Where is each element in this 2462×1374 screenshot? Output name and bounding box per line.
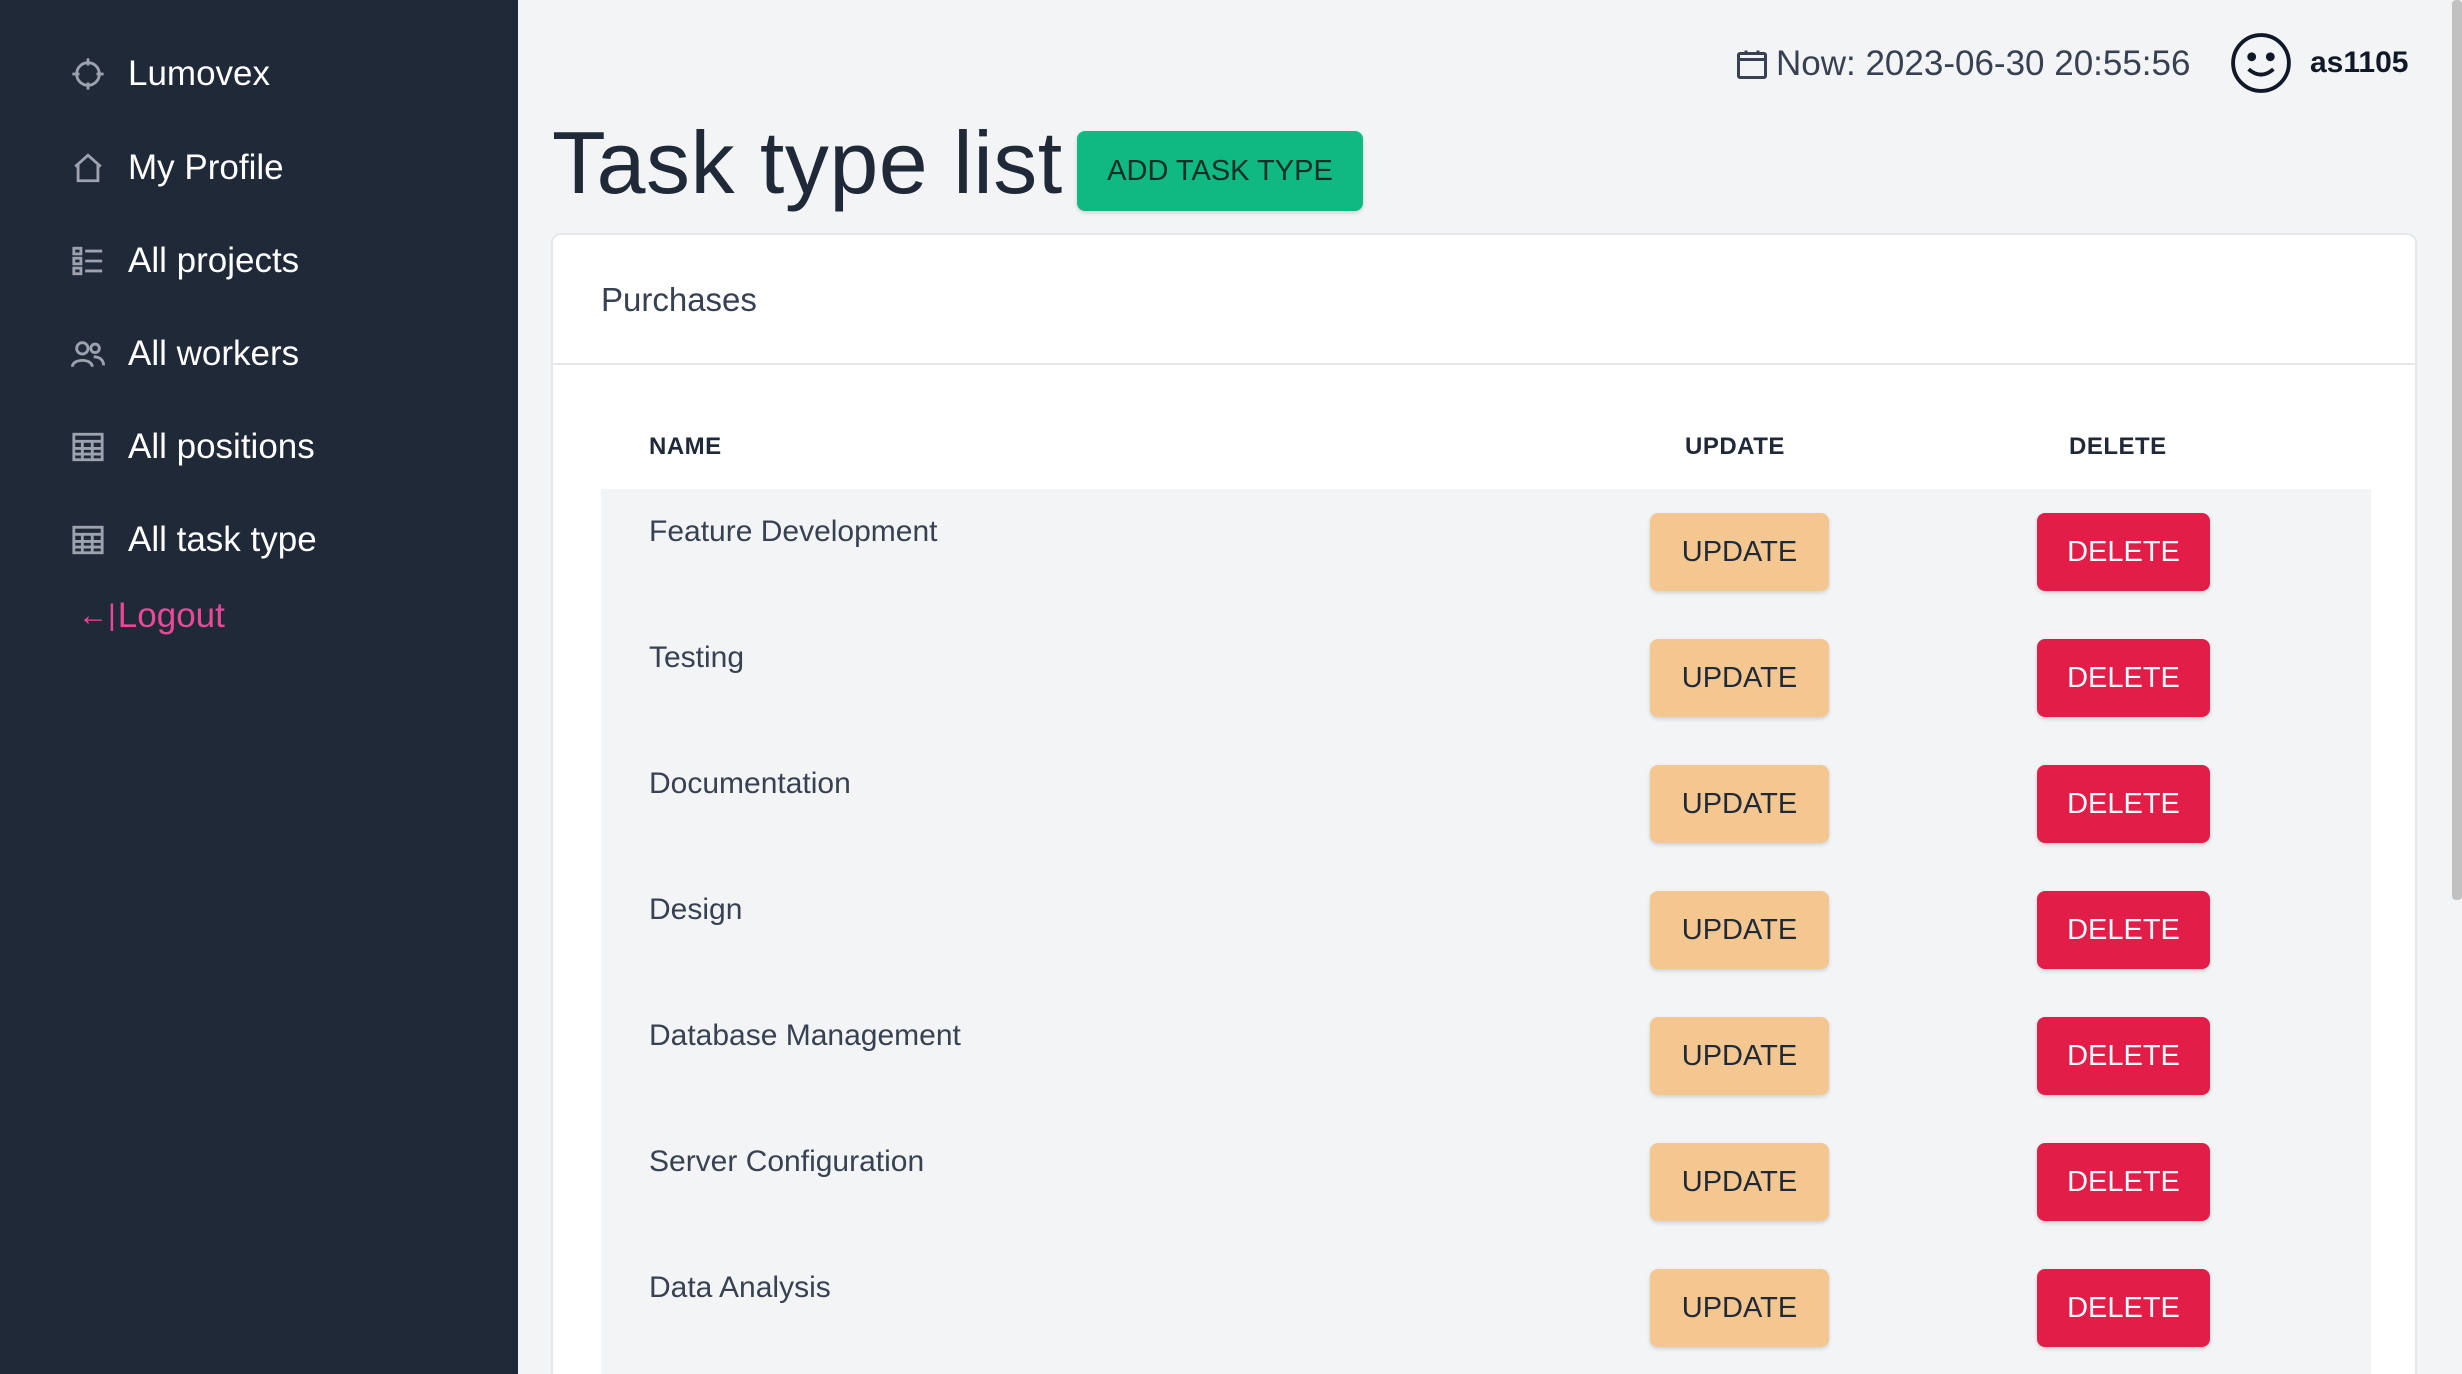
table-icon: [68, 520, 108, 560]
sidebar-item-label: All positions: [128, 427, 315, 466]
table-icon: [68, 427, 108, 467]
delete-button[interactable]: DELETE: [2037, 1143, 2210, 1221]
table-row: Data Analysis UPDATE DELETE: [601, 1245, 2371, 1371]
task-type-name: Database Management: [649, 1019, 961, 1052]
table-row: Feature Development UPDATE DELETE: [601, 489, 2371, 615]
update-button[interactable]: UPDATE: [1650, 639, 1829, 717]
card-title: Purchases: [601, 281, 757, 318]
sidebar-item-label: My Profile: [128, 148, 284, 187]
update-button[interactable]: UPDATE: [1650, 891, 1829, 969]
sidebar-brand[interactable]: Lumovex: [68, 44, 270, 104]
add-task-type-button[interactable]: ADD TASK TYPE: [1077, 131, 1363, 211]
user-menu[interactable]: as1105: [2230, 32, 2408, 94]
table-row: Design UPDATE DELETE: [601, 867, 2371, 993]
delete-button[interactable]: DELETE: [2037, 513, 2210, 591]
current-datetime: Now: 2023-06-30 20:55:56: [1734, 44, 2190, 84]
task-type-name: Design: [649, 893, 743, 926]
sidebar-item-label: All task type: [128, 520, 317, 559]
page-title: Task type list: [552, 113, 1063, 212]
task-type-name: Feature Development: [649, 515, 938, 548]
task-type-name: Testing: [649, 641, 745, 674]
table-row: Testing UPDATE DELETE: [601, 615, 2371, 741]
card-divider: [553, 363, 2415, 365]
sidebar-item-label: All projects: [128, 241, 300, 280]
update-button[interactable]: UPDATE: [1650, 765, 1829, 843]
task-type-name: Documentation: [649, 767, 851, 800]
task-type-card: Purchases NAME UPDATE DELETE Feature Dev…: [551, 233, 2417, 1374]
sidebar-item-all-projects[interactable]: All projects: [68, 231, 299, 291]
datetime-text: Now: 2023-06-30 20:55:56: [1776, 44, 2191, 83]
task-type-name: Server Configuration: [649, 1145, 925, 1178]
column-header-update: UPDATE: [1685, 433, 1785, 460]
task-type-table-body: Feature Development UPDATE DELETE Testin…: [601, 489, 2371, 1374]
logout-label: Logout: [117, 596, 225, 635]
table-row: Documentation UPDATE DELETE: [601, 741, 2371, 867]
sidebar-item-all-positions[interactable]: All positions: [68, 417, 315, 477]
sidebar-item-label: All workers: [128, 334, 300, 373]
update-button[interactable]: UPDATE: [1650, 1017, 1829, 1095]
delete-button[interactable]: DELETE: [2037, 891, 2210, 969]
task-type-name: Data Analysis: [649, 1271, 831, 1304]
sidebar-item-all-task-type[interactable]: All task type: [68, 510, 317, 570]
column-header-delete: DELETE: [2069, 433, 2167, 460]
sidebar-item-my-profile[interactable]: My Profile: [68, 138, 284, 198]
update-button[interactable]: UPDATE: [1650, 513, 1829, 591]
delete-button[interactable]: DELETE: [2037, 1269, 2210, 1347]
username: as1105: [2310, 46, 2409, 79]
column-header-name: NAME: [649, 433, 722, 460]
delete-button[interactable]: DELETE: [2037, 639, 2210, 717]
home-icon: [68, 148, 108, 188]
sidebar-item-all-workers[interactable]: All workers: [68, 324, 299, 384]
table-row: Server Configuration UPDATE DELETE: [601, 1119, 2371, 1245]
delete-button[interactable]: DELETE: [2037, 765, 2210, 843]
sidebar-brand-label: Lumovex: [128, 54, 271, 93]
users-icon: [68, 334, 108, 374]
logout-icon: ←|: [78, 599, 116, 632]
calendar-icon: [1737, 50, 1767, 79]
table-row: Database Management UPDATE DELETE: [601, 993, 2371, 1119]
update-button[interactable]: UPDATE: [1650, 1143, 1829, 1221]
delete-button[interactable]: DELETE: [2037, 1017, 2210, 1095]
checklist-icon: [68, 241, 108, 281]
smiley-avatar-icon: [2230, 32, 2292, 94]
crosshair-icon: [68, 54, 108, 94]
update-button[interactable]: UPDATE: [1650, 1269, 1829, 1347]
logout-link[interactable]: ←| Logout: [78, 596, 225, 636]
sidebar: Lumovex My Profile All projects All work…: [0, 0, 518, 1374]
page-scrollbar[interactable]: [2452, 0, 2462, 900]
